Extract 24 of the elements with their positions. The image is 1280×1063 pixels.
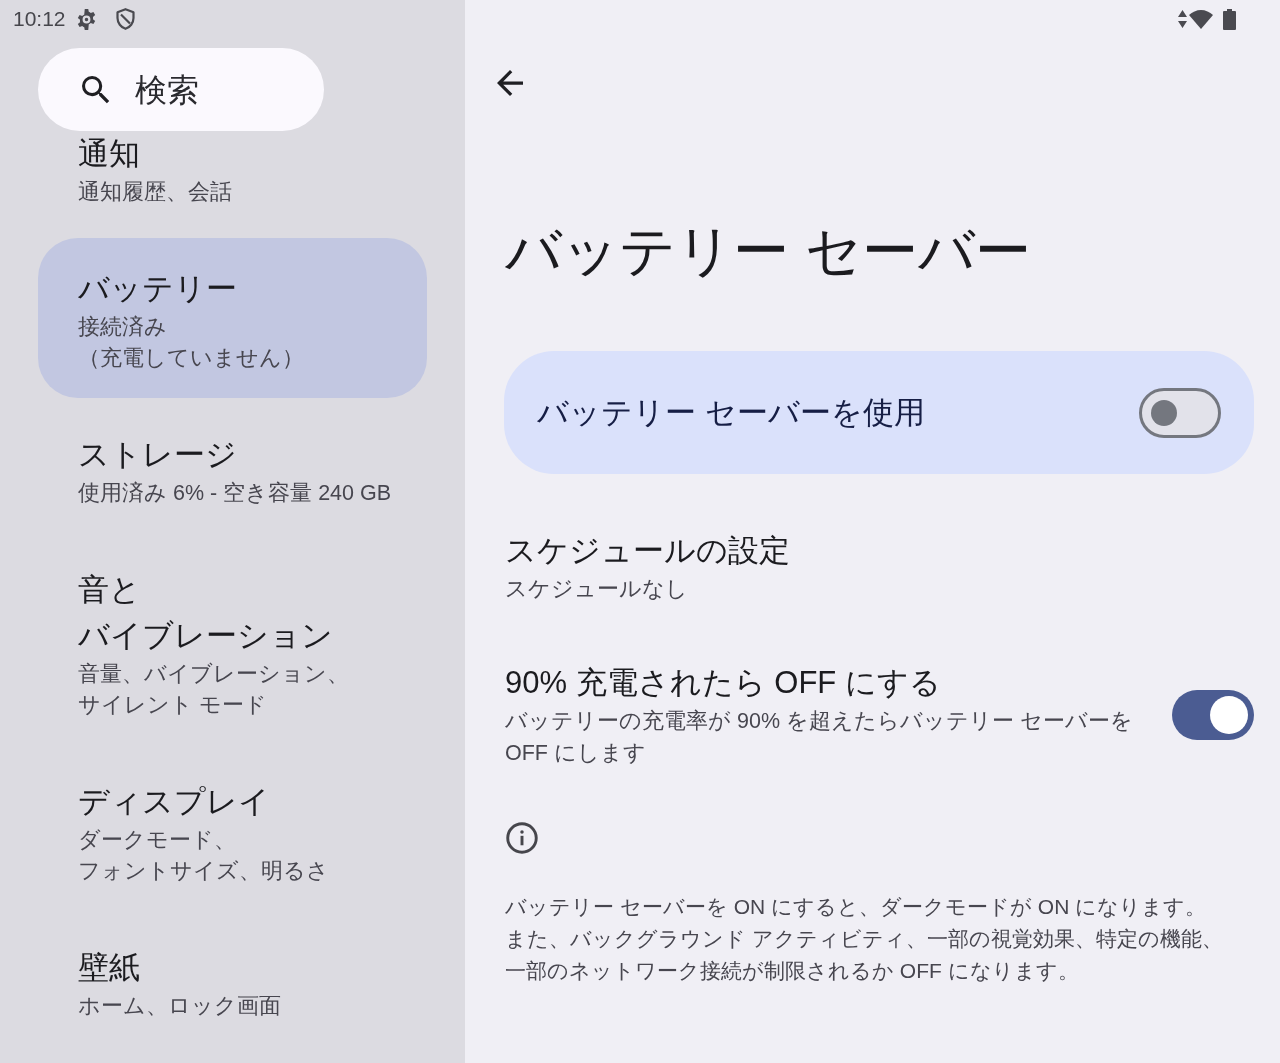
search-bar[interactable]: 検索 [38,48,324,131]
back-arrow-icon[interactable] [497,70,523,96]
search-icon [82,75,110,104]
sidebar-item[interactable]: バッテリー 接続済み （充電していません） [38,238,427,398]
footer-text: バッテリー セーバーを ON にすると、ダークモードが ON になります。また、バックグラウンド アクティビティ、一部の視覚効果、特定の機能、一部のネットワーク接続が制限されるか OFF になります。 [505,894,1224,984]
up-down-arrows-icon [1178,10,1187,28]
settings-item[interactable]: スケジュールの設定 スケジュールなし [505,529,1145,605]
gear-icon [75,8,97,30]
switch-label: バッテリー セーバーを使用 [537,393,925,432]
status-time: 10:12 [13,6,66,32]
sidebar-item[interactable]: ディスプレイ ダークモード、 フォントサイズ、明るさ [38,751,427,911]
shield-icon [115,8,135,30]
settings-item[interactable]: 90% 充電されたら OFF にする バッテリーの充電率が 90% を超えたらバッテリー セーバーを OFF にします [505,661,1145,769]
sidebar-item[interactable]: ストレージ 使用済み 6% - 空き容量 240 GB [38,404,427,533]
wifi-icon [1189,9,1213,29]
sidebar-item[interactable]: 壁紙 ホーム、ロック画面 [38,917,427,1046]
battery-icon [1223,8,1236,30]
sidebar-item[interactable]: 音と バイブレーション 音量、バイブレーション、 サイレント モード [38,539,427,745]
sidebar-item[interactable]: 通知 通知履歴、会話 [38,131,427,232]
info-icon [506,822,538,854]
main-switch-card[interactable]: バッテリー セーバーを使用 [504,351,1254,474]
page-title: バッテリー セーバー [505,219,1031,283]
toggle-switch[interactable] [1139,387,1221,438]
toggle-switch[interactable] [1172,690,1254,740]
